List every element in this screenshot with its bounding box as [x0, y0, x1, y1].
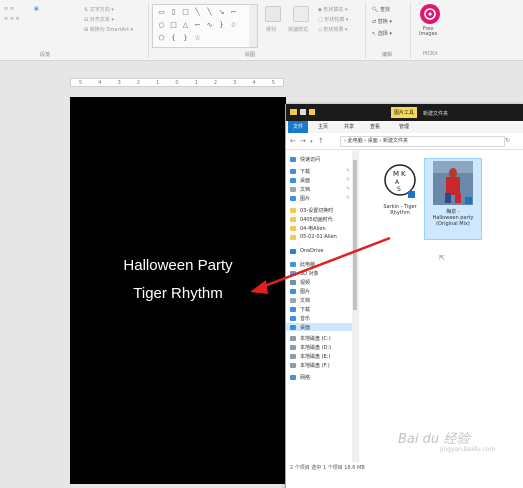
- arrow-shaft: [261, 236, 391, 289]
- arrow-head-icon: [250, 280, 268, 294]
- drag-arrow-annotation: [250, 236, 391, 294]
- baidu-watermark-logo: Bai du 经验: [398, 432, 470, 447]
- baidu-watermark-url: jingyan.baidu.com: [440, 446, 496, 453]
